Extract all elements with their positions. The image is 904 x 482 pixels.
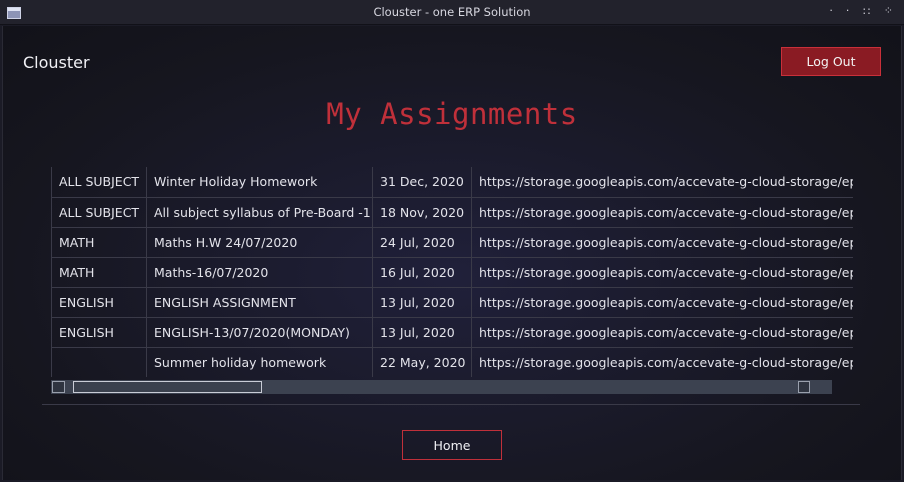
cell-date: 31 Dec, 2020 [372,167,472,198]
home-button[interactable]: Home [402,430,502,460]
divider [42,404,860,405]
keep-above-icon[interactable]: · [829,4,834,18]
cell-title: Summer holiday homework [146,346,373,377]
cell-subject: MATH [51,226,147,258]
cell-link[interactable]: https://storage.googleapis.com/accevate-… [471,316,853,348]
cell-link[interactable]: https://storage.googleapis.com/accevate-… [471,286,853,318]
cell-subject [51,346,147,377]
maximize-icon[interactable]: :: [862,4,871,18]
scrollbar-thumb[interactable] [73,381,262,393]
cell-date: 13 Jul, 2020 [372,286,472,318]
close-icon[interactable]: ⁘ [884,4,894,18]
cell-subject: ENGLISH [51,316,147,348]
brand-name: Clouster [23,53,90,72]
cell-date: 16 Jul, 2020 [372,256,472,288]
logout-button[interactable]: Log Out [781,47,881,76]
cell-date: 18 Nov, 2020 [372,196,472,228]
title-bar: Clouster - one ERP Solution · · :: ⁘ [0,0,904,25]
cell-link[interactable]: https://storage.googleapis.com/accevate-… [471,346,853,377]
cell-title: ENGLISH ASSIGNMENT [146,286,373,318]
table-row[interactable]: Summer holiday homework 22 May, 2020 https… [51,346,853,377]
scroll-right-icon[interactable] [798,381,810,393]
cell-date: 22 May, 2020 [372,346,472,377]
cell-subject: ENGLISH [51,286,147,318]
table-row[interactable]: MATH Maths-16/07/2020 16 Jul, 2020 https://… [51,256,853,288]
horizontal-scrollbar[interactable] [51,380,832,394]
table-row[interactable]: ALL SUBJECT All subject syllabus of Pre-B… [51,196,853,228]
cell-subject: MATH [51,256,147,288]
cell-title: ENGLISH-13/07/2020(MONDAY) [146,316,373,348]
cell-subject: ALL SUBJECT [51,196,147,228]
cell-title: All subject syllabus of Pre-Board -1 [146,196,373,228]
cell-title: Winter Holiday Homework [146,167,373,198]
page-title: My Assignments [326,97,578,131]
cell-link[interactable]: https://storage.googleapis.com/accevate-… [471,167,853,198]
cell-date: 13 Jul, 2020 [372,316,472,348]
scroll-left-icon[interactable] [52,381,65,393]
table-row[interactable]: MATH Maths H.W 24/07/2020 24 Jul, 2020 http… [51,226,853,258]
cell-date: 24 Jul, 2020 [372,226,472,258]
cell-subject: ALL SUBJECT [51,167,147,198]
window-title: Clouster - one ERP Solution [373,5,531,19]
cell-title: Maths-16/07/2020 [146,256,373,288]
window-controls: · · :: ⁘ [829,4,894,18]
cell-link[interactable]: https://storage.googleapis.com/accevate-… [471,256,853,288]
minimize-icon[interactable]: · [846,4,851,18]
cell-link[interactable]: https://storage.googleapis.com/accevate-… [471,196,853,228]
cell-title: Maths H.W 24/07/2020 [146,226,373,258]
assignments-table[interactable]: ALL SUBJECT Winter Holiday Homework 31 Dec… [51,167,853,377]
cell-link[interactable]: https://storage.googleapis.com/accevate-… [471,226,853,258]
table-row[interactable]: ENGLISH ENGLISH-13/07/2020(MONDAY) 13 Jul,… [51,316,853,348]
table-row[interactable]: ALL SUBJECT Winter Holiday Homework 31 Dec… [51,167,853,198]
table-row[interactable]: ENGLISH ENGLISH ASSIGNMENT 13 Jul, 2020 htt… [51,286,853,318]
